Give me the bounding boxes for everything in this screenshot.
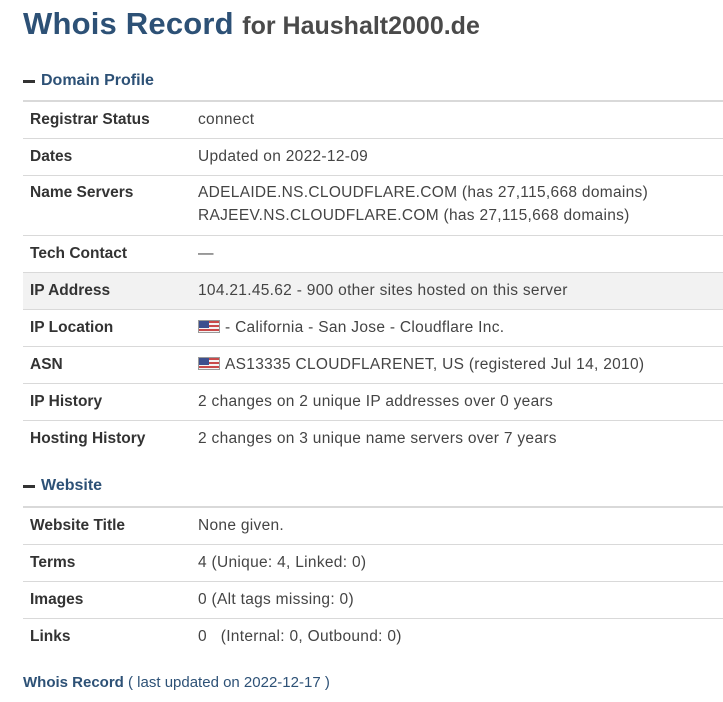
title-main: Whois Record bbox=[23, 6, 234, 41]
row-label: Images bbox=[30, 590, 84, 608]
row-label: ASN bbox=[30, 355, 63, 373]
website-table: Website Title None given. Terms 4 (Uniqu… bbox=[23, 506, 723, 655]
row-label: Hosting History bbox=[30, 429, 146, 447]
row-label: Tech Contact bbox=[30, 244, 128, 262]
name-server-link[interactable]: RAJEEV.NS.CLOUDFLARE.COM (has 27,115,668… bbox=[198, 204, 723, 227]
row-label: Name Servers bbox=[30, 183, 134, 201]
hosting-history-value[interactable]: 2 changes on 3 unique name servers over … bbox=[198, 420, 723, 457]
asn-text: AS13335 CLOUDFLARENET, US (registered Ju… bbox=[225, 355, 645, 373]
page-title: Whois Record for Haushalt2000.de bbox=[23, 6, 480, 42]
table-row: ASN AS13335 CLOUDFLARENET, US (registere… bbox=[23, 346, 723, 383]
row-label: Terms bbox=[30, 553, 76, 571]
website-title-value: None given. bbox=[198, 516, 285, 534]
name-server-link[interactable]: ADELAIDE.NS.CLOUDFLARE.COM (has 27,115,6… bbox=[198, 181, 723, 204]
images-value: 0 (Alt tags missing: 0) bbox=[198, 590, 354, 608]
ip-location-value: - California - San Jose - Cloudflare Inc… bbox=[198, 309, 723, 346]
us-flag-icon bbox=[198, 356, 220, 370]
last-updated-note: ( last updated on 2022-12-17 ) bbox=[128, 674, 330, 691]
name-servers-value: ADELAIDE.NS.CLOUDFLARE.COM (has 27,115,6… bbox=[198, 175, 723, 235]
table-row: Name Servers ADELAIDE.NS.CLOUDFLARE.COM … bbox=[23, 175, 723, 235]
table-row: Registrar Status connect bbox=[23, 101, 723, 138]
table-row: Dates Updated on 2022-12-09 bbox=[23, 138, 723, 175]
row-label: Dates bbox=[30, 147, 73, 165]
row-label: Website Title bbox=[30, 516, 126, 534]
collapse-minus-icon bbox=[23, 484, 35, 488]
table-row: Images 0 (Alt tags missing: 0) bbox=[23, 581, 723, 618]
website-heading: Website bbox=[41, 477, 103, 494]
row-label: Registrar Status bbox=[30, 110, 150, 128]
row-label: IP Address bbox=[30, 281, 111, 299]
whois-record-link[interactable]: Whois Record bbox=[23, 674, 124, 691]
links-value: 0 (Internal: 0, Outbound: 0) bbox=[198, 627, 402, 645]
tech-contact-value: — bbox=[198, 244, 214, 262]
us-flag-icon bbox=[198, 319, 220, 333]
domain-profile-toggle[interactable]: Domain Profile bbox=[23, 70, 154, 92]
asn-value: AS13335 CLOUDFLARENET, US (registered Ju… bbox=[198, 346, 723, 383]
footer: Whois Record ( last updated on 2022-12-1… bbox=[23, 674, 330, 691]
whois-page: Whois Record for Haushalt2000.de Domain … bbox=[0, 0, 723, 702]
title-domain: for Haushalt2000.de bbox=[242, 12, 480, 40]
row-label: Links bbox=[30, 627, 71, 645]
table-row: Terms 4 (Unique: 4, Linked: 0) bbox=[23, 544, 723, 581]
website-toggle[interactable]: Website bbox=[23, 475, 102, 497]
table-row: Website Title None given. bbox=[23, 507, 723, 544]
table-row: Tech Contact — bbox=[23, 235, 723, 272]
domain-profile-table: Registrar Status connect Dates Updated o… bbox=[23, 100, 723, 457]
table-row: IP Address 104.21.45.62 - 900 other site… bbox=[23, 272, 723, 309]
table-row: Links 0 (Internal: 0, Outbound: 0) bbox=[23, 618, 723, 655]
domain-profile-heading: Domain Profile bbox=[41, 72, 154, 89]
ip-address-value[interactable]: 104.21.45.62 - 900 other sites hosted on… bbox=[198, 272, 723, 309]
ip-location-text: - California - San Jose - Cloudflare Inc… bbox=[225, 318, 505, 336]
table-row: Hosting History 2 changes on 3 unique na… bbox=[23, 420, 723, 457]
ip-history-value[interactable]: 2 changes on 2 unique IP addresses over … bbox=[198, 383, 723, 420]
row-label: IP Location bbox=[30, 318, 114, 336]
terms-value: 4 (Unique: 4, Linked: 0) bbox=[198, 553, 367, 571]
table-row: IP History 2 changes on 2 unique IP addr… bbox=[23, 383, 723, 420]
row-label: IP History bbox=[30, 392, 103, 410]
table-row: IP Location - California - San Jose - Cl… bbox=[23, 309, 723, 346]
collapse-minus-icon bbox=[23, 79, 35, 83]
registrar-status-value: connect bbox=[198, 110, 255, 128]
dates-value: Updated on 2022-12-09 bbox=[198, 147, 369, 165]
